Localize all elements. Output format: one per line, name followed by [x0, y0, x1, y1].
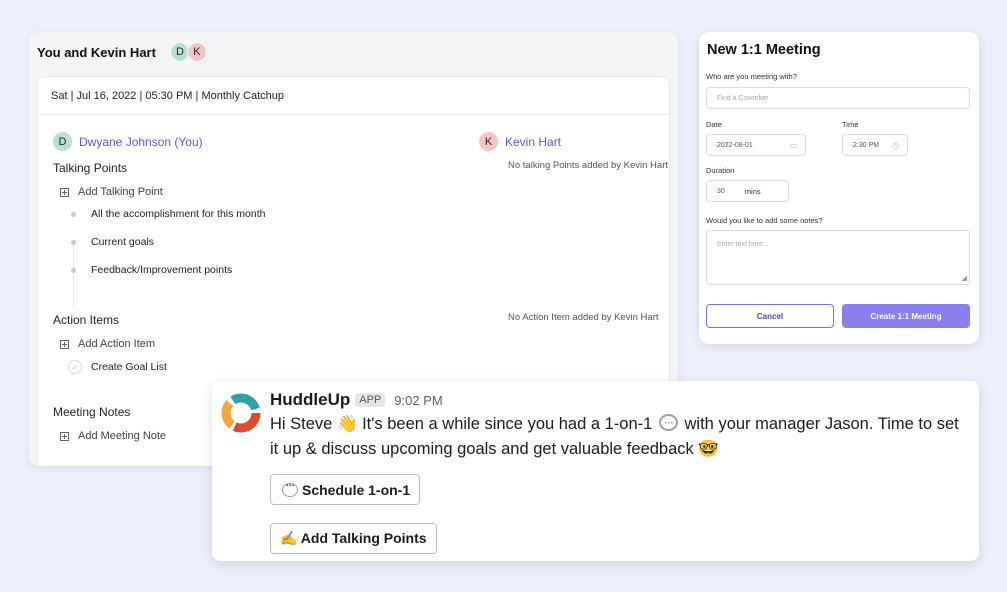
- add-action-item-label: Add Action Item: [78, 338, 156, 350]
- avatar: K: [186, 42, 207, 62]
- action-items-title: Action Items: [53, 313, 120, 327]
- plus-square-icon: [60, 187, 69, 197]
- notes-label: Would you like to add some notes?: [706, 216, 823, 225]
- create-meeting-button[interactable]: Create 1:1 Meeting: [842, 304, 970, 328]
- add-talking-point-button[interactable]: Add Talking Point: [60, 186, 163, 198]
- plus-square-icon: [60, 431, 69, 441]
- form-title: New 1:1 Meeting: [707, 42, 821, 58]
- clock-icon[interactable]: ◷: [892, 141, 899, 150]
- talking-points-divider: [73, 245, 74, 309]
- schedule-1on1-label: Schedule 1-on-1: [302, 481, 411, 498]
- app-name[interactable]: HuddleUp: [270, 390, 350, 410]
- app-badge: APP: [355, 393, 386, 407]
- duration-field[interactable]: 30 mins: [706, 180, 789, 202]
- time-label: Time: [842, 120, 859, 129]
- message-text: Hi Steve 👋 It's been a while since you h…: [270, 410, 960, 462]
- cancel-button[interactable]: Cancel: [706, 304, 834, 328]
- huddleup-logo-icon: [221, 393, 261, 433]
- list-item[interactable]: Current goals: [71, 236, 154, 248]
- talking-point-text: All the accomplishment for this month: [91, 208, 266, 220]
- plus-square-icon: [60, 339, 69, 349]
- speech-bubble-icon: [658, 410, 678, 435]
- date-value: 2022-08-01: [717, 141, 753, 149]
- date-label: Date: [706, 120, 722, 129]
- who-label: Who are you meeting with?: [706, 72, 797, 81]
- add-meeting-note-label: Add Meeting Note: [78, 430, 167, 442]
- time-value: 2:30 PM: [853, 141, 880, 149]
- talking-points-title: Talking Points: [53, 161, 128, 175]
- list-item[interactable]: All the accomplishment for this month: [71, 208, 266, 220]
- speech-bubble-icon: [282, 478, 298, 497]
- message-time[interactable]: 9:02 PM: [394, 393, 442, 408]
- message-text-part1: Hi Steve 👋 It's been a while since you h…: [270, 415, 653, 433]
- calendar-icon[interactable]: ▭: [789, 141, 797, 150]
- one-on-one-header: You and Kevin Hart D K: [29, 32, 678, 72]
- duration-value: 30: [717, 187, 725, 195]
- talking-points-empty: No talking Points added by Kevin Hart: [508, 160, 669, 171]
- meeting-notes-title: Meeting Notes: [53, 405, 131, 419]
- date-field[interactable]: 2022-08-01 ▭: [706, 134, 806, 156]
- talking-point-text: Feedback/Improvement points: [91, 264, 233, 276]
- duration-label: Duration: [706, 166, 735, 175]
- you-header: D Dwyane Johnson (You): [53, 132, 203, 151]
- add-talking-point-label: Add Talking Point: [78, 186, 163, 198]
- bullet-icon: [71, 239, 76, 245]
- avatar: D: [53, 132, 72, 151]
- list-item[interactable]: ✓ Create Goal List: [68, 360, 167, 374]
- resize-grip-icon[interactable]: ◢: [962, 275, 967, 282]
- time-field[interactable]: 2:30 PM ◷: [842, 134, 908, 156]
- action-item-text: Create Goal List: [91, 361, 167, 373]
- chat-message: HuddleUp APP 9:02 PM Hi Steve 👋 It's bee…: [212, 381, 979, 561]
- schedule-1on1-button[interactable]: Schedule 1-on-1: [270, 474, 421, 505]
- one-on-one-title: You and Kevin Hart: [37, 44, 156, 60]
- duration-unit: mins: [744, 186, 761, 196]
- notes-textarea[interactable]: Enter text here... ◢: [706, 230, 970, 285]
- message-header: HuddleUp APP 9:02 PM: [270, 390, 443, 410]
- other-name[interactable]: Kevin Hart: [505, 135, 561, 149]
- bullet-icon: [71, 267, 76, 273]
- check-circle-icon[interactable]: ✓: [68, 360, 82, 374]
- new-meeting-form: New 1:1 Meeting Who are you meeting with…: [699, 32, 979, 344]
- list-item[interactable]: Feedback/Improvement points: [71, 264, 232, 276]
- add-talking-points-button[interactable]: ✍️ Add Talking Points: [270, 523, 437, 554]
- you-name[interactable]: Dwyane Johnson (You): [79, 135, 203, 149]
- add-action-item-button[interactable]: Add Action Item: [60, 338, 155, 350]
- avatar: K: [479, 132, 498, 151]
- notes-placeholder: Enter text here...: [717, 241, 769, 248]
- meeting-meta: Sat | Jul 16, 2022 | 05:30 PM | Monthly …: [38, 77, 669, 115]
- talking-point-text: Current goals: [91, 236, 155, 248]
- other-header: K Kevin Hart: [479, 132, 561, 151]
- participant-avatars: D K: [169, 42, 207, 62]
- bullet-icon: [71, 211, 76, 217]
- coworker-search-input[interactable]: Find a Coworker: [706, 87, 970, 109]
- add-meeting-note-button[interactable]: Add Meeting Note: [60, 430, 166, 442]
- action-items-empty: No Action Item added by Kevin Hart: [508, 312, 659, 323]
